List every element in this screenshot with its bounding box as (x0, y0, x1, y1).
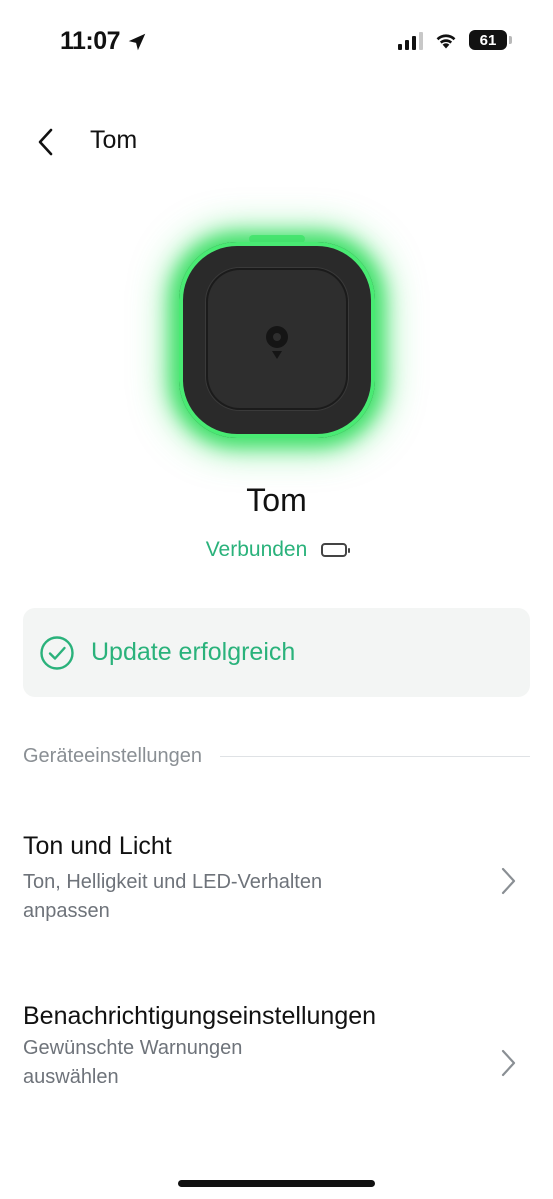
settings-row-description: Gewünschte Warnungen auswählen (23, 1037, 243, 1088)
scroll-fade (0, 1100, 553, 1140)
device-name: Tom (246, 482, 307, 518)
chevron-right-icon (501, 867, 516, 895)
section-header: Geräteeinstellungen (23, 745, 530, 768)
status-time: 11:07 (60, 27, 148, 56)
settings-row-title: Ton und Licht (23, 832, 172, 860)
connection-status: Verbunden (0, 538, 553, 562)
tracker-logo-icon (266, 326, 288, 359)
wifi-icon (436, 34, 456, 49)
cellular-signal-icon (398, 30, 423, 50)
device-battery-icon (321, 543, 351, 557)
home-indicator[interactable] (178, 1180, 375, 1187)
chevron-left-icon (38, 128, 53, 156)
time-text: 11:07 (60, 27, 121, 55)
nav-header: Tom (0, 118, 553, 162)
settings-row-title: Benachrichtigungseinstellungen (23, 1002, 377, 1030)
back-button[interactable] (28, 124, 64, 160)
connection-status-text: Verbunden (205, 538, 308, 561)
page-title: Tom (90, 126, 138, 154)
check-circle-icon (40, 635, 74, 670)
section-divider (220, 756, 530, 757)
location-arrow-icon (128, 33, 146, 50)
settings-row-description: Ton, Helligkeit und LED-Verhalten anpass… (23, 871, 323, 922)
battery-level: 61 (479, 31, 497, 49)
chevron-right-icon (501, 1049, 516, 1077)
battery-icon: 61 (469, 30, 512, 50)
update-banner: Update erfolgreich (23, 608, 530, 697)
settings-row-sound-light[interactable]: Ton und Licht Ton, Helligkeit und LED-Ve… (23, 830, 530, 940)
status-indicators: 61 (398, 30, 512, 50)
update-banner-text: Update erfolgreich (91, 638, 296, 666)
device-image (150, 215, 404, 465)
section-label: Geräteeinstellungen (23, 745, 203, 767)
status-bar: 11:07 61 (0, 0, 553, 90)
